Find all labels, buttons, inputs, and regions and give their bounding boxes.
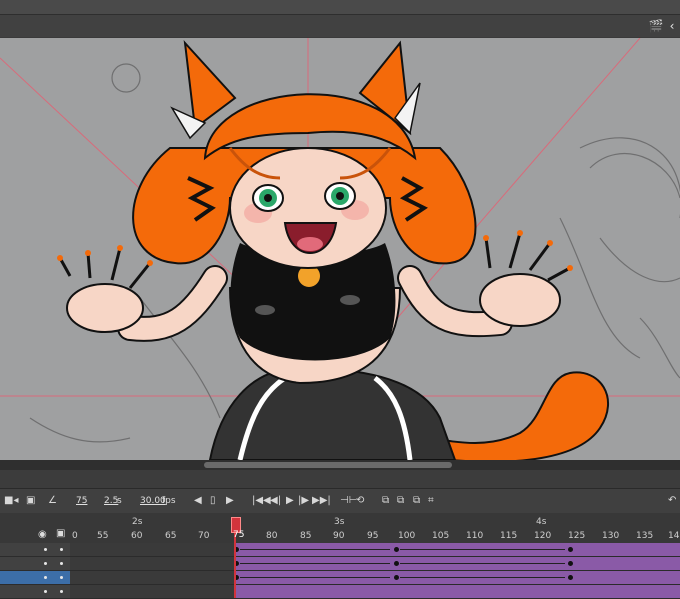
ruler-frame-label: 125 xyxy=(568,531,586,541)
go-to-first-frame-icon[interactable]: |◀◀ xyxy=(252,496,271,506)
motion-tween-span[interactable] xyxy=(234,557,680,571)
ruler-frame-label: 14 xyxy=(668,531,680,541)
tail xyxy=(429,371,610,460)
left-ear xyxy=(183,40,237,130)
ruler-frame-label: 55 xyxy=(97,531,109,541)
ruler-second-label: 2s xyxy=(132,517,143,527)
visibility-dot[interactable] xyxy=(44,576,47,579)
center-frame-icon[interactable]: ▯ xyxy=(210,496,216,506)
ruler-frame-label: 105 xyxy=(432,531,450,541)
ruler-frame-label: 70 xyxy=(198,531,210,541)
clapperboard-icon[interactable]: 🎬 xyxy=(648,18,664,34)
visibility-dot[interactable] xyxy=(44,548,47,551)
prev-keyframe-icon[interactable]: ◀ xyxy=(194,496,202,506)
graph-icon[interactable]: ∠ xyxy=(48,496,57,506)
lock-icon[interactable]: ▣ xyxy=(56,528,65,539)
ruler-frame-label: 130 xyxy=(602,531,620,541)
edit-multiple-frames-icon[interactable]: ⧉ xyxy=(413,496,420,506)
keyframe[interactable] xyxy=(394,575,399,580)
current-frame-field[interactable]: 75 xyxy=(76,496,87,506)
ruler-second-label: 3s xyxy=(334,517,345,527)
ruler-frame-label: 120 xyxy=(534,531,552,541)
visibility-dot[interactable] xyxy=(44,590,47,593)
ruler-frame-label: 110 xyxy=(466,531,484,541)
layer-row[interactable] xyxy=(0,543,70,557)
layer-row[interactable] xyxy=(0,585,70,599)
insert-frame-icon[interactable]: ⊣⊢ xyxy=(340,496,357,506)
edit-toolbar: 🎬 ‹ xyxy=(0,15,680,37)
tween-arrow xyxy=(240,563,390,564)
ruler-frame-label: 85 xyxy=(300,531,312,541)
lock-dot[interactable] xyxy=(60,562,63,565)
ruler-frame-label: 115 xyxy=(500,531,518,541)
scrollbar-thumb[interactable] xyxy=(204,462,452,468)
menu-bar xyxy=(0,0,680,15)
keyframe[interactable] xyxy=(568,547,573,552)
ruler-second-label: 4s xyxy=(536,517,547,527)
ruler-frame-label: 90 xyxy=(333,531,345,541)
ruler-frame-label: 80 xyxy=(266,531,278,541)
duration-unit: s xyxy=(117,496,122,506)
fps-unit: fps xyxy=(162,496,176,506)
next-keyframe-icon[interactable]: ▶ xyxy=(226,496,234,506)
ruler-frame-label: 95 xyxy=(367,531,379,541)
layer-row[interactable] xyxy=(0,557,70,571)
lock-dot[interactable] xyxy=(60,548,63,551)
eye-icon[interactable]: ◉ xyxy=(38,529,47,540)
playhead-frame-label: 75 xyxy=(233,530,245,540)
modify-markers-icon[interactable]: ⌗ xyxy=(428,496,434,506)
stage-artwork xyxy=(0,38,680,460)
onion-skin-icon[interactable]: ⧉ xyxy=(382,496,389,506)
motion-tween-span[interactable] xyxy=(234,585,680,599)
loop-icon[interactable]: ⟲ xyxy=(356,496,364,506)
left-hand xyxy=(57,245,153,333)
motion-tween-span[interactable] xyxy=(234,571,680,585)
layer-list xyxy=(0,543,680,599)
keyframe[interactable] xyxy=(394,561,399,566)
step-forward-icon[interactable]: |▶ xyxy=(298,496,309,506)
layer-row-selected[interactable] xyxy=(0,571,70,585)
stage-horizontal-scrollbar[interactable] xyxy=(0,460,680,470)
lock-dot[interactable] xyxy=(60,590,63,593)
onion-skin-outline-icon[interactable]: ⧉ xyxy=(397,496,404,506)
tween-arrow xyxy=(240,577,390,578)
tween-arrow xyxy=(400,549,565,550)
ruler-frame-label: 100 xyxy=(398,531,416,541)
tween-arrow xyxy=(240,549,390,550)
timeline-controls: ■◂ ▣ ∠ 75 2.5 s 30.00 fps ◀ ▯ ▶ |◀◀ ◀| ▶… xyxy=(0,489,680,513)
play-icon[interactable]: ▶ xyxy=(286,496,294,506)
lock-dot[interactable] xyxy=(60,576,63,579)
right-hand xyxy=(479,230,573,327)
ruler-frame-label: 135 xyxy=(636,531,654,541)
panel-divider[interactable] xyxy=(0,470,680,489)
ruler-frame-label: 65 xyxy=(165,531,177,541)
scene-chevron-icon[interactable]: ‹ xyxy=(664,18,680,34)
ruler-frame-label: 0 xyxy=(72,531,78,541)
motion-tween-span[interactable] xyxy=(234,543,680,557)
visibility-dot[interactable] xyxy=(44,562,47,565)
go-to-last-frame-icon[interactable]: ▶▶| xyxy=(312,496,331,506)
keyframe[interactable] xyxy=(568,561,573,566)
timeline-ruler[interactable]: 2s 3s 4s ◉ ▣ 0 55 60 65 70 80 85 90 95 1… xyxy=(0,513,680,544)
tween-arrow xyxy=(400,577,565,578)
pants xyxy=(208,366,457,460)
tween-arrow xyxy=(400,563,565,564)
step-back-icon[interactable]: ◀| xyxy=(270,496,281,506)
keyframe[interactable] xyxy=(394,547,399,552)
undo-icon[interactable]: ↶ xyxy=(668,496,676,506)
ruler-frame-label: 60 xyxy=(131,531,143,541)
keyframe[interactable] xyxy=(568,575,573,580)
stage-canvas[interactable] xyxy=(0,38,680,460)
camera-icon[interactable]: ■◂ xyxy=(4,496,18,506)
layer-parenting-icon[interactable]: ▣ xyxy=(26,496,35,506)
